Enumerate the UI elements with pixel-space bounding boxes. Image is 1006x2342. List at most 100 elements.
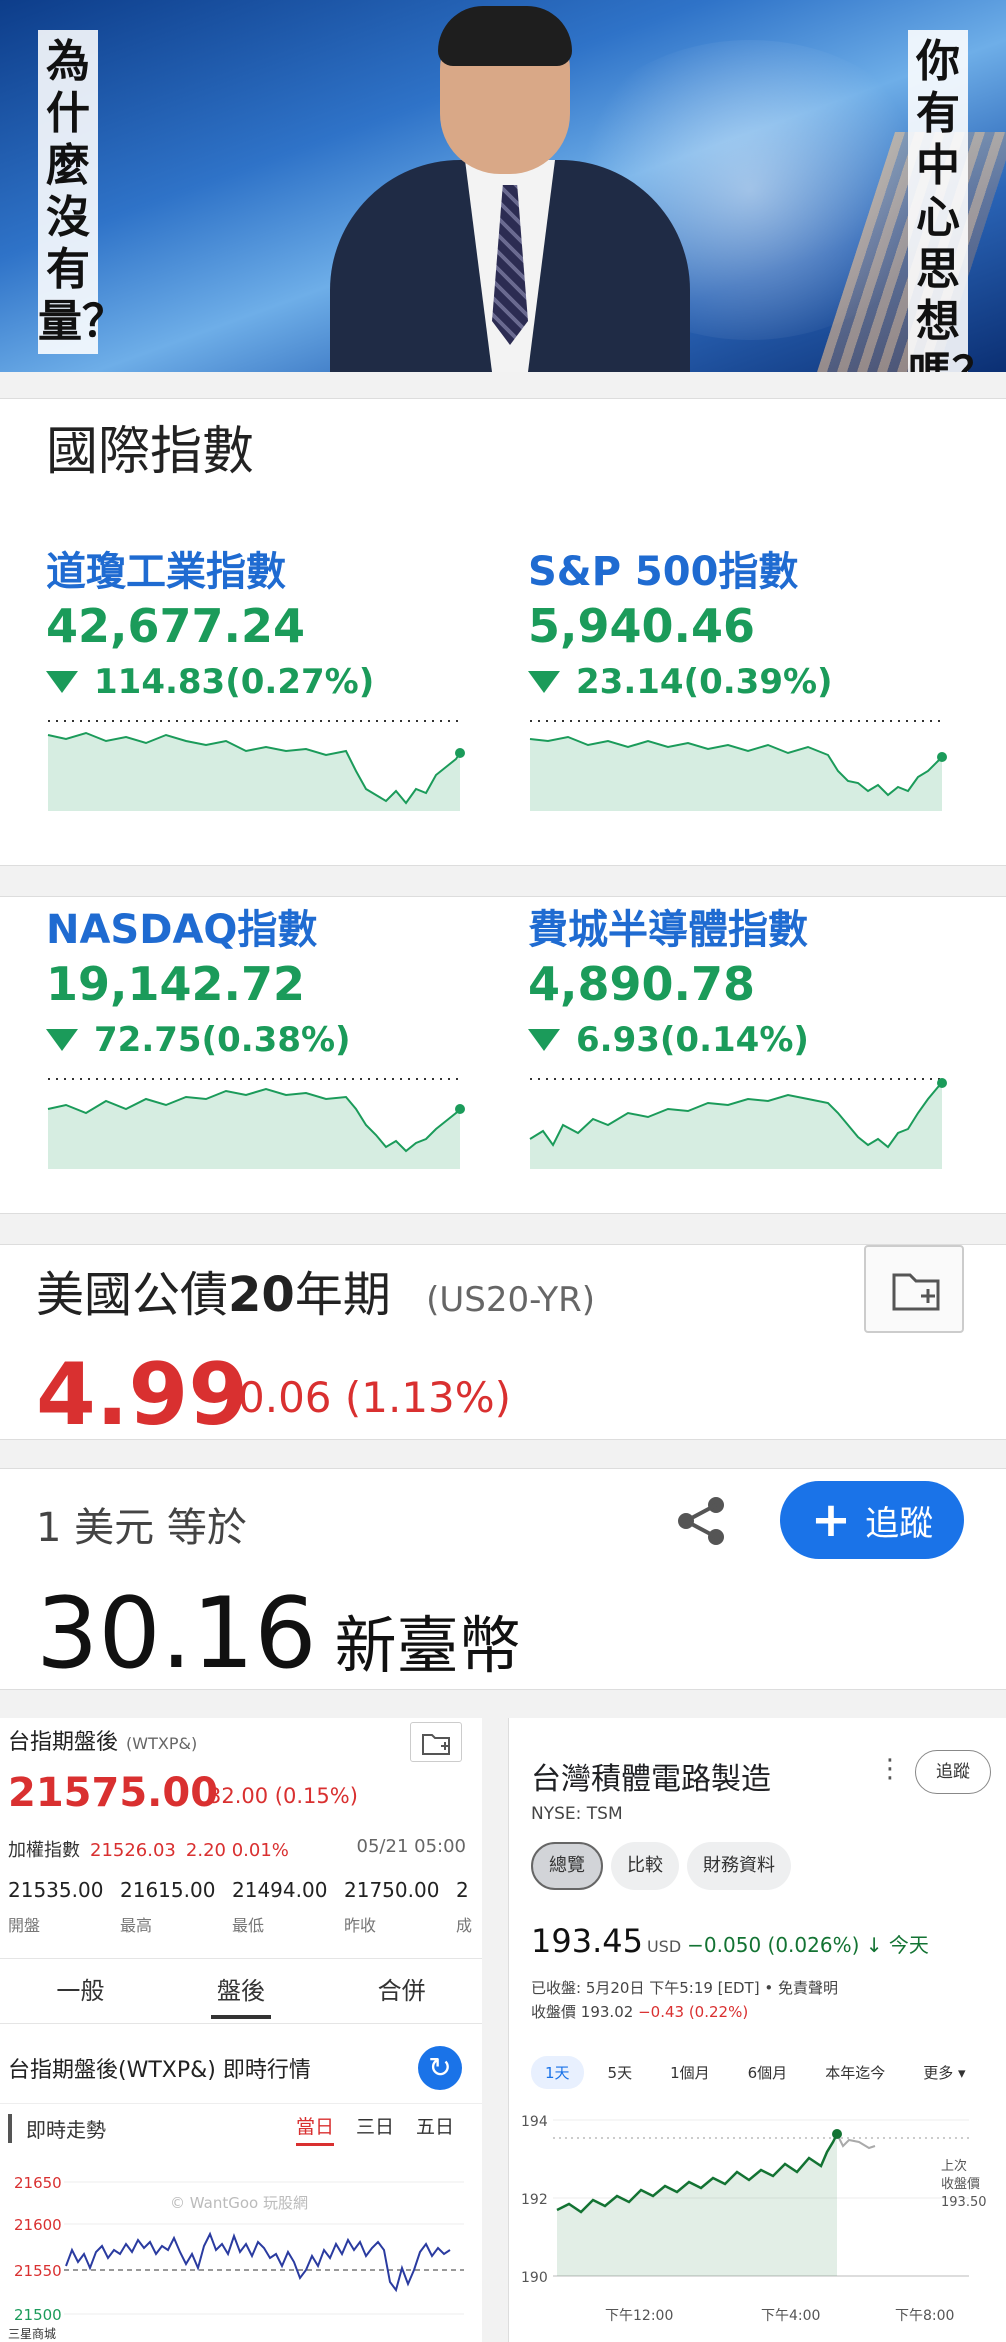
exchange-symbol: NYSE: TSM (531, 1804, 623, 1824)
stock-name: 台灣積體電路製造 (531, 1762, 771, 1797)
international-indices-panel: 國際指數 道瓊工業指數 42,677.24 114.83(0.27%) S&P … (0, 398, 1006, 866)
futures-tabs: 一般 盤後 合併 (0, 1958, 482, 2024)
index-card-dow[interactable]: 道瓊工業指數 42,677.24 114.83(0.27%) (46, 539, 486, 821)
futures-change: 32.00 (0.15%) (208, 1784, 358, 1808)
add-to-folder-button[interactable] (410, 1722, 462, 1762)
follow-button[interactable]: + 追蹤 (780, 1481, 964, 1559)
futures-title: 台指期盤後 (WTXP&) (8, 1730, 198, 1755)
tab-combined[interactable]: 合併 (321, 1959, 482, 2023)
index-sparkline (47, 1078, 465, 1169)
fx-value: 30.16 新臺幣 (36, 1577, 521, 1691)
range-more[interactable]: 更多 ▾ (909, 2056, 979, 2089)
down-triangle-icon (528, 671, 560, 693)
index-name: 道瓊工業指數 (46, 549, 286, 595)
follow-button[interactable]: 追蹤 (915, 1750, 991, 1794)
video-frame[interactable]: 為什麼沒有量？ 你有中心思想嗎？ (0, 0, 1006, 372)
section-title: 國際指數 (46, 422, 255, 482)
futures-stats: 21535.00 開盤 21615.00 最高 21494.00 最低 21750.0… (8, 1878, 473, 1935)
futures-intraday-chart: 21650 21600 21550 21500 © WantGoo 玩股網 三星… (8, 2174, 464, 2341)
y-tick: 21600 (14, 2216, 62, 2234)
realtime-title: 台指期盤後(WTXP&) 即時行情 (8, 2058, 311, 2083)
down-triangle-icon (46, 1029, 78, 1051)
bond-change: 0.06 (1.13%) (238, 1373, 512, 1422)
news-anchor (330, 0, 690, 372)
x-tick: 下午8:00 (895, 2308, 954, 2324)
y-tick: 190 (521, 2270, 548, 2286)
index-name: S&P 500指數 (528, 549, 799, 595)
add-to-folder-button[interactable] (864, 1245, 964, 1333)
trend-label: 即時走勢 (8, 2114, 106, 2143)
range-1d[interactable]: 1天 (531, 2056, 584, 2089)
tab-after-hours[interactable]: 盤後 (161, 1959, 322, 2023)
index-change: 72.75(0.38%) (94, 1020, 351, 1060)
bond-quote-panel: 美國公債20年期 (US20-YR) 4.99 0.06 (1.13%) (0, 1244, 1006, 1445)
prev-close-label: 上次 (941, 2158, 967, 2174)
tsm-quote-panel: 台灣積體電路製造 ⋮ 追蹤 NYSE: TSM 總覽 比較 財務資料 193.4… (508, 1718, 1006, 2342)
index-price: 42,677.24 (46, 599, 305, 653)
y-tick: 21500 (14, 2306, 62, 2324)
x-tick: 下午4:00 (761, 2308, 820, 2324)
y-tick: 194 (521, 2114, 548, 2130)
y-tick: 192 (521, 2192, 548, 2208)
prev-close-value: 193.50 (941, 2195, 987, 2210)
currency-converter-panel: 1 美元 等於 + 追蹤 30.16 新臺幣 (0, 1468, 1006, 1691)
more-options-button[interactable]: ⋮ (877, 1754, 903, 1784)
footer-text: 三星商城 (8, 2326, 56, 2341)
index-sparkline (47, 720, 465, 811)
share-button[interactable] (672, 1491, 732, 1551)
index-card-nasdaq[interactable]: NASDAQ指數 19,142.72 72.75(0.38%) (46, 897, 486, 1179)
index-name: NASDAQ指數 (46, 907, 318, 953)
index-card-sp500[interactable]: S&P 500指數 5,940.46 23.14(0.39%) (528, 539, 968, 821)
tsm-intraday-chart: 194 192 190 下午12:00 下午4:00 下午8:00 上次 收盤價… (521, 2114, 987, 2324)
index-price: 19,142.72 (46, 957, 305, 1011)
index-card-sox[interactable]: 費城半導體指數 4,890.78 6.93(0.14%) (528, 897, 968, 1179)
folder-plus-icon (422, 1734, 450, 1755)
realtime-header: 台指期盤後(WTXP&) 即時行情 ↻ (0, 2034, 482, 2104)
range-6m[interactable]: 6個月 (734, 2056, 802, 2089)
tab-compare[interactable]: 比較 (611, 1842, 679, 1890)
index-change: 6.93(0.14%) (576, 1020, 809, 1060)
close-info: 已收盤: 5月20日 下午5:19 [EDT] • 免責聲明 收盤價 193.0… (531, 1979, 838, 2021)
index-sparkline (529, 1078, 947, 1169)
international-indices-panel-2: NASDAQ指數 19,142.72 72.75(0.38%) 費城半導體指數 … (0, 896, 1006, 1214)
refresh-button[interactable]: ↻ (418, 2046, 462, 2090)
index-name: 費城半導體指數 (528, 907, 808, 953)
stock-change: −0.050 (0.026%) ↓ 今天 (687, 1933, 929, 1957)
y-tick: 21550 (14, 2262, 62, 2280)
down-triangle-icon (46, 671, 78, 693)
x-tick: 下午12:00 (605, 2308, 673, 2324)
video-caption-left: 為什麼沒有量？ (38, 30, 126, 354)
index-change: 23.14(0.39%) (576, 662, 833, 702)
quote-datetime: 05/21 05:00 (356, 1836, 466, 1857)
range-5d[interactable]: 5天 (594, 2056, 647, 2089)
period-selector: 當日 三日 五日 (296, 2112, 454, 2146)
stock-price: 193.45 USD −0.050 (0.026%) ↓ 今天 (531, 1922, 929, 1960)
tab-financials[interactable]: 財務資料 (687, 1842, 791, 1890)
period-3day[interactable]: 三日 (356, 2112, 394, 2146)
fx-unit: 新臺幣 (334, 1609, 521, 1682)
range-ytd[interactable]: 本年迄今 (811, 2056, 899, 2089)
stock-tabs: 總覽 比較 財務資料 (531, 1842, 791, 1890)
bond-title: 美國公債20年期 (US20-YR) (36, 1267, 595, 1323)
index-price: 5,940.46 (528, 599, 755, 653)
range-1m[interactable]: 1個月 (656, 2056, 724, 2089)
tab-general[interactable]: 一般 (0, 1959, 161, 2023)
weighted-index-row: 加權指數 21526.03 2.20 0.01% 05/21 05:00 (8, 1836, 466, 1861)
period-5day[interactable]: 五日 (416, 2112, 454, 2146)
index-sparkline (529, 720, 947, 811)
index-price: 4,890.78 (528, 957, 755, 1011)
range-selector: 1天 5天 1個月 6個月 本年迄今 更多 ▾ (531, 2056, 980, 2089)
share-icon (678, 1497, 724, 1545)
tab-overview[interactable]: 總覽 (531, 1842, 603, 1890)
refresh-icon: ↻ (428, 2051, 452, 2084)
prev-close-label: 收盤價 (941, 2177, 980, 2192)
futures-panel: 台指期盤後 (WTXP&) 21575.00 32.00 (0.15%) 加權指數… (0, 1718, 482, 2342)
index-change: 114.83(0.27%) (94, 662, 375, 702)
bond-price: 4.99 (36, 1345, 249, 1445)
folder-plus-icon (892, 1273, 940, 1311)
plus-icon: + (810, 1492, 852, 1548)
y-tick: 21650 (14, 2174, 62, 2192)
fx-label: 1 美元 等於 (36, 1505, 247, 1551)
futures-price: 21575.00 (8, 1770, 219, 1816)
period-today[interactable]: 當日 (296, 2112, 335, 2146)
